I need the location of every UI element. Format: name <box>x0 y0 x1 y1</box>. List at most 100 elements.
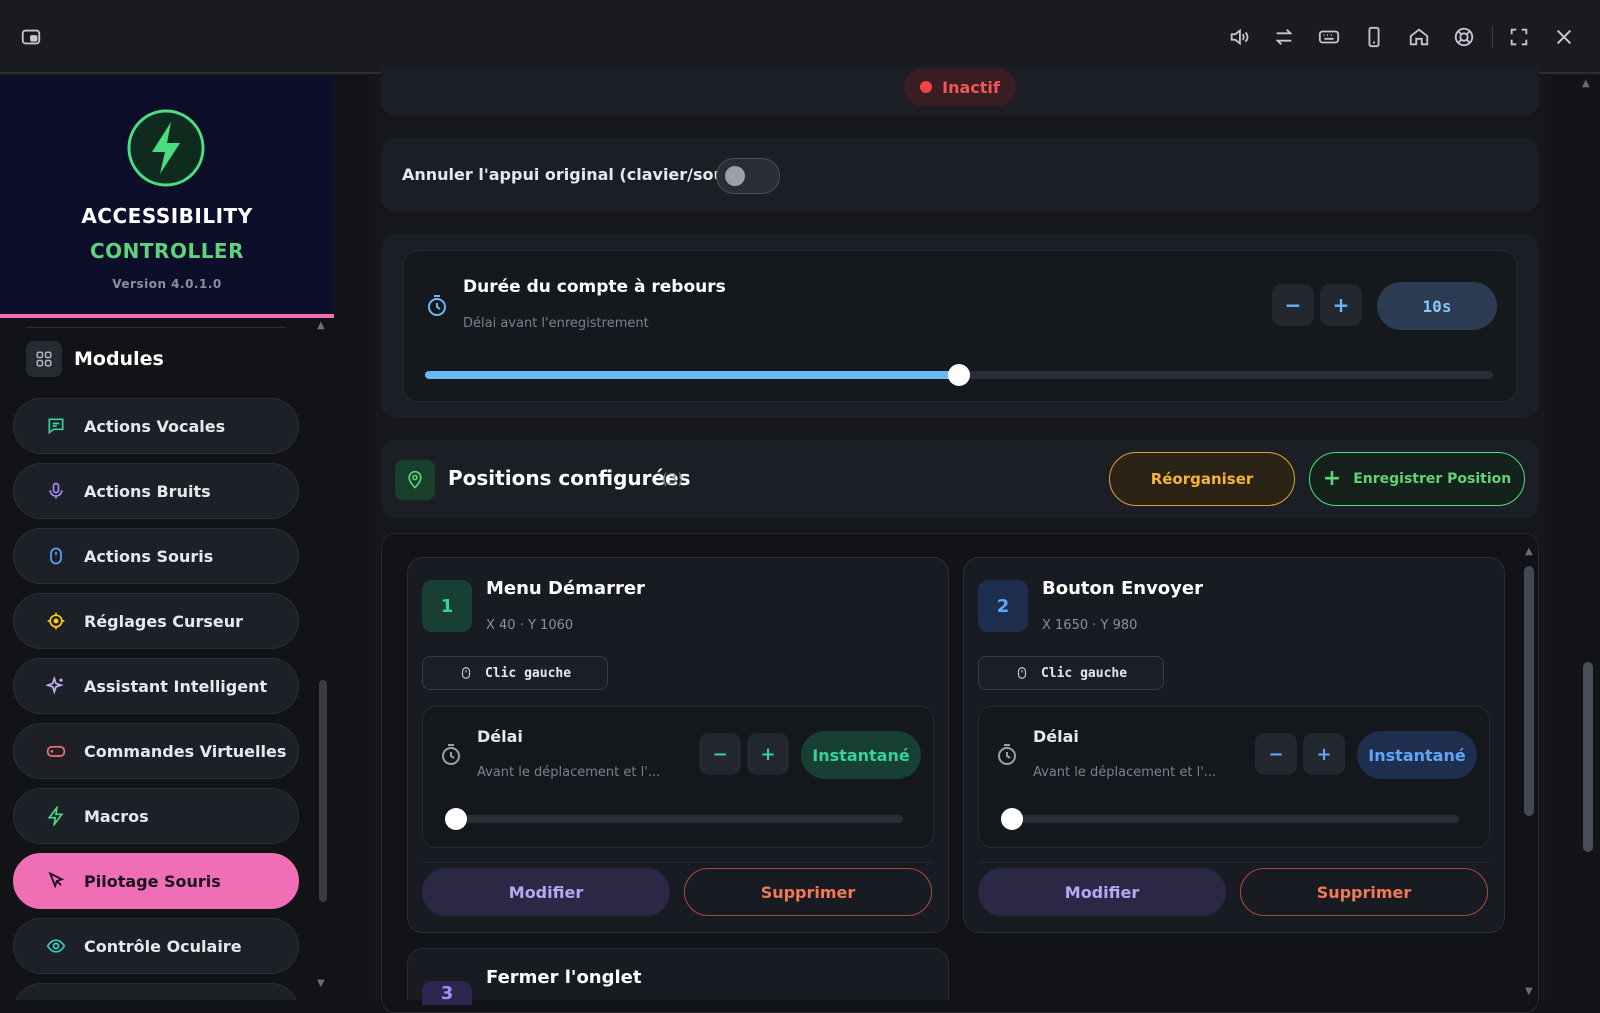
status-dot-icon <box>920 81 933 93</box>
sidebar-scrollbar[interactable] <box>319 680 327 902</box>
countdown-slider-fill <box>425 371 959 379</box>
sidebar-item-controle-oculaire[interactable]: Contrôle Oculaire <box>13 918 299 974</box>
sidebar-item-label: Assistant Intelligent <box>84 676 268 696</box>
swap-icon[interactable] <box>1271 24 1297 50</box>
card-divider <box>422 862 934 863</box>
modify-button[interactable]: Modifier <box>978 868 1226 916</box>
delay-slider-knob[interactable] <box>445 808 467 830</box>
sidebar-item-label: Réglages Curseur <box>84 611 243 631</box>
main-scroll-up-icon[interactable]: ▲ <box>1582 78 1590 89</box>
click-type-label: Clic gauche <box>484 665 572 681</box>
countdown-plus-button[interactable]: + <box>1320 284 1362 326</box>
scroll-up-arrow-icon[interactable]: ▲ <box>317 320 325 331</box>
position-coordinates: X 40 · Y 1060 <box>486 618 574 633</box>
countdown-slider[interactable] <box>425 364 1493 386</box>
countdown-minus-button[interactable]: − <box>1272 284 1314 326</box>
map-pin-icon <box>395 460 435 500</box>
volume-icon[interactable] <box>1226 24 1252 50</box>
timer-icon <box>425 294 449 318</box>
main-scrollbar[interactable] <box>1583 662 1593 852</box>
positions-count: (3) <box>662 470 684 488</box>
position-card-2: 2 Bouton Envoyer X 1650 · Y 980 Clic gau… <box>963 557 1505 933</box>
bolt-icon <box>46 806 66 826</box>
cancel-original-toggle[interactable] <box>716 158 780 194</box>
position-number-badge: 1 <box>422 580 472 632</box>
sidebar-item-actions-bruits[interactable]: Actions Bruits <box>13 463 299 519</box>
gamepad-icon <box>46 741 66 761</box>
grid-icon <box>26 341 62 377</box>
sidebar-item-label: Contrôle Oculaire <box>84 936 242 956</box>
brand-name-line2: CONTROLLER <box>89 239 244 263</box>
toolbar-separator <box>1492 26 1493 48</box>
modify-button[interactable]: Modifier <box>422 868 670 916</box>
timer-icon <box>439 743 463 767</box>
phone-icon[interactable] <box>1361 24 1387 50</box>
plus-icon: + <box>1322 466 1342 491</box>
sidebar-item-actions-vocales[interactable]: Actions Vocales <box>13 398 299 454</box>
close-icon[interactable] <box>1551 24 1577 50</box>
delay-box: Délai Avant le déplacement et l'... − + … <box>978 706 1490 848</box>
modules-header: Modules <box>26 340 164 378</box>
sidebar-item-reglages-curseur[interactable]: Réglages Curseur <box>13 593 299 649</box>
position-title: Menu Démarrer <box>486 578 645 599</box>
delay-slider-knob[interactable] <box>1001 808 1023 830</box>
toggle-knob <box>725 166 745 186</box>
modules-title: Modules <box>74 348 164 370</box>
help-circle-icon[interactable] <box>1451 24 1477 50</box>
list-scroll-up-icon[interactable]: ▲ <box>1525 546 1533 557</box>
position-card-3: 3 Fermer l'onglet <box>407 948 949 1005</box>
click-type-tag[interactable]: Clic gauche <box>978 656 1164 690</box>
sidebar-item-partial[interactable] <box>13 983 299 1000</box>
delay-subtitle: Avant le déplacement et l'... <box>477 765 661 780</box>
sidebar: ACCESSIBILITY CONTROLLER Version 4.0.1.0… <box>0 76 334 1000</box>
scroll-down-arrow-icon[interactable]: ▼ <box>317 978 325 989</box>
position-number-badge: 3 <box>422 981 472 1005</box>
positions-title: Positions configurées <box>448 466 691 490</box>
mouse-icon <box>1015 665 1029 681</box>
position-title: Bouton Envoyer <box>1042 578 1203 599</box>
chat-icon <box>46 416 66 436</box>
sidebar-item-actions-souris[interactable]: Actions Souris <box>13 528 299 584</box>
click-type-tag[interactable]: Clic gauche <box>422 656 608 690</box>
delay-plus-button[interactable]: + <box>1303 733 1345 775</box>
countdown-slider-knob[interactable] <box>948 364 970 386</box>
fullscreen-icon[interactable] <box>1506 24 1532 50</box>
status-text: Inactif <box>942 77 1000 97</box>
list-scroll-down-icon[interactable]: ▼ <box>1525 986 1533 997</box>
record-position-button[interactable]: + Enregistrer Position <box>1309 452 1525 506</box>
delay-title: Délai <box>1033 727 1079 746</box>
positions-list-scrollbar[interactable] <box>1524 566 1534 816</box>
reorganize-button[interactable]: Réorganiser <box>1109 452 1295 506</box>
mouse-icon <box>459 665 473 681</box>
cursor-icon <box>46 871 66 891</box>
sidebar-item-pilotage-souris[interactable]: Pilotage Souris <box>13 853 299 909</box>
delete-button[interactable]: Supprimer <box>1240 868 1488 916</box>
delay-slider[interactable] <box>1001 808 1459 830</box>
picture-in-picture-icon[interactable] <box>18 24 44 50</box>
version-label: Version 4.0.1.0 <box>112 277 222 291</box>
countdown-value: 10s <box>1377 282 1497 330</box>
keyboard-icon[interactable] <box>1316 24 1342 50</box>
record-position-label: Enregistrer Position <box>1353 471 1512 487</box>
position-title: Fermer l'onglet <box>486 967 642 988</box>
mouse-icon <box>46 546 66 566</box>
sidebar-item-label: Actions Souris <box>84 546 214 566</box>
delete-button[interactable]: Supprimer <box>684 868 932 916</box>
home-icon[interactable] <box>1406 24 1432 50</box>
sidebar-item-commandes-virtuelles[interactable]: Commandes Virtuelles <box>13 723 299 779</box>
sidebar-item-assistant-intelligent[interactable]: Assistant Intelligent <box>13 658 299 714</box>
position-coordinates: X 1650 · Y 980 <box>1042 618 1138 633</box>
delay-value-pill: Instantané <box>801 731 921 779</box>
lightning-logo-icon <box>126 108 206 188</box>
timer-icon <box>995 743 1019 767</box>
sidebar-item-macros[interactable]: Macros <box>13 788 299 844</box>
countdown-subtitle: Délai avant l'enregistrement <box>463 316 649 331</box>
delay-slider[interactable] <box>445 808 903 830</box>
cancel-original-label: Annuler l'appui original (clavier/souris… <box>402 165 756 184</box>
eye-icon <box>46 936 66 956</box>
delay-minus-button[interactable]: − <box>1255 733 1297 775</box>
card-divider <box>978 862 1490 863</box>
delay-subtitle: Avant le déplacement et l'... <box>1033 765 1217 780</box>
delay-minus-button[interactable]: − <box>699 733 741 775</box>
delay-plus-button[interactable]: + <box>747 733 789 775</box>
